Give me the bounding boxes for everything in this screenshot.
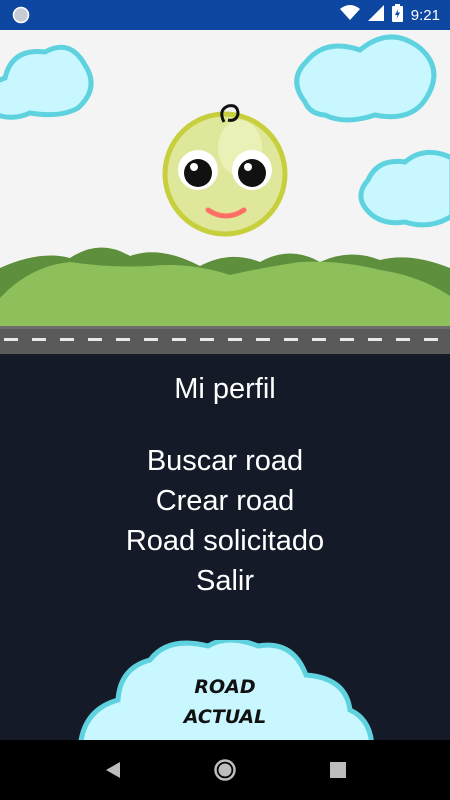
menu-item-create-road[interactable]: Crear road <box>0 483 450 519</box>
wifi-icon <box>339 5 360 25</box>
clock: 9:21 <box>410 6 440 24</box>
menu-item-profile[interactable]: Mi perfil <box>0 371 450 407</box>
cloud-top-right <box>294 34 437 123</box>
back-icon[interactable] <box>102 758 126 782</box>
home-icon[interactable] <box>213 758 237 782</box>
current-road-label-line2: ACTUAL <box>183 706 267 728</box>
menu-item-requested-road[interactable]: Road solicitado <box>0 523 450 559</box>
navigation-bar <box>0 740 450 800</box>
signal-icon <box>367 5 384 25</box>
character-mascot <box>162 104 288 237</box>
menu-item-search-road[interactable]: Buscar road <box>0 443 450 479</box>
battery-icon <box>391 4 403 26</box>
cloud-right <box>358 149 450 228</box>
header-illustration <box>0 30 450 354</box>
road-strip <box>0 326 450 354</box>
current-road-label-line1: ROAD <box>194 676 256 698</box>
cloud-left <box>0 44 94 120</box>
status-bar: 9:21 <box>0 0 450 30</box>
menu-item-exit[interactable]: Salir <box>0 563 450 599</box>
notification-dot-icon <box>12 6 30 24</box>
recents-icon[interactable] <box>328 758 352 782</box>
